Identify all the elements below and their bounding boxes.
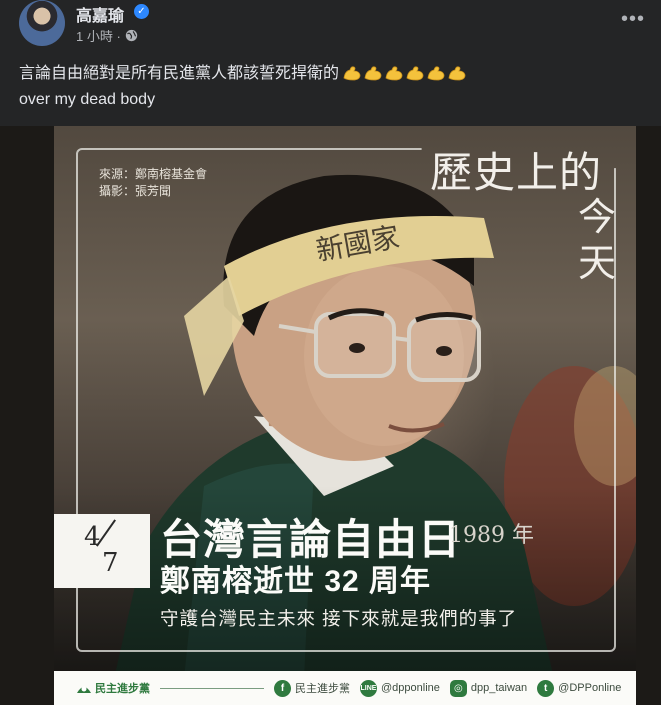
date-day: 7 bbox=[102, 548, 119, 578]
photo-credit-line: 攝影：張芳聞 bbox=[99, 184, 172, 198]
history-title: 歷史上的 bbox=[430, 148, 603, 197]
flexed-biceps-emoji-icon bbox=[448, 66, 466, 81]
twitter-handle: @DPPonline bbox=[558, 682, 622, 694]
flexed-biceps-emoji-icon bbox=[406, 66, 424, 81]
date-month: 4 bbox=[84, 522, 101, 552]
dpp-logo-text: 民主進步黨 bbox=[95, 683, 150, 695]
year-text: 1989 年 bbox=[449, 523, 534, 548]
instagram-handle: dpp_taiwan bbox=[470, 682, 528, 694]
dpp-logo: 民主進步黨 bbox=[76, 680, 150, 696]
flexed-biceps-emoji-icon bbox=[385, 66, 403, 81]
poster-footer: 民主進步黨 f 民主進步黨 LINE @dpponline ◎ dpp_taiw… bbox=[54, 671, 636, 705]
history-poster: 新國家 來源：鄭南榕基金會 攝影：張芳聞 歷史上的 今天 4 7 台灣言論自由日… bbox=[54, 126, 636, 679]
footer-line: LINE @dpponline bbox=[360, 679, 440, 697]
source-line: 來源：鄭南榕基金會 bbox=[99, 167, 208, 181]
post-meta: 1 小時 · bbox=[76, 26, 138, 45]
post-text-line2: over my dead body bbox=[19, 91, 156, 108]
globe-icon bbox=[125, 29, 137, 42]
more-options-icon[interactable]: ••• bbox=[615, 4, 651, 40]
today-title: 今天 bbox=[577, 195, 616, 285]
facebook-icon: f bbox=[274, 679, 291, 697]
post-time[interactable]: 1 小時 · bbox=[76, 26, 121, 45]
slogan-text: 守護台灣民主未來 接下來就是我們的事了 bbox=[160, 608, 518, 629]
source-credit: 來源：鄭南榕基金會 攝影：張芳聞 bbox=[99, 166, 207, 200]
instagram-icon: ◎ bbox=[449, 679, 467, 697]
twitter-icon: t bbox=[537, 679, 555, 697]
footer-instagram: ◎ dpp_taiwan bbox=[449, 679, 528, 697]
line-icon: LINE bbox=[360, 679, 377, 697]
post-text: 言論自由絕對是所有民進黨人都該誓死捍衛的 bbox=[19, 65, 340, 82]
line-handle: @dpponline bbox=[381, 682, 440, 694]
facebook-handle: 民主進步黨 bbox=[295, 683, 350, 695]
post-header: 高嘉瑜 ✓ 1 小時 · ••• 言論自由絕對是所有民進黨人都該誓死捍衛的 ov… bbox=[0, 0, 661, 126]
emoji-row bbox=[342, 65, 467, 81]
flexed-biceps-emoji-icon bbox=[427, 66, 445, 81]
dpp-logo-icon bbox=[77, 686, 91, 693]
footer-divider bbox=[160, 687, 264, 689]
avatar[interactable] bbox=[19, 0, 65, 46]
footer-twitter: t @DPPonline bbox=[537, 679, 622, 697]
anniversary-text: 鄭南榕逝世 32 周年 bbox=[160, 565, 432, 598]
post-text-line1: 言論自由絕對是所有民進黨人都該誓死捍衛的 bbox=[19, 59, 467, 83]
author-name[interactable]: 高嘉瑜 bbox=[76, 2, 124, 26]
verified-badge-icon: ✓ bbox=[134, 4, 149, 19]
date-box: 4 7 bbox=[54, 514, 150, 588]
flexed-biceps-emoji-icon bbox=[364, 66, 382, 81]
post-image[interactable]: 新國家 來源：鄭南榕基金會 攝影：張芳聞 歷史上的 今天 4 7 台灣言論自由日… bbox=[0, 126, 661, 705]
footer-facebook: f 民主進步黨 bbox=[274, 679, 350, 697]
flexed-biceps-emoji-icon bbox=[343, 66, 361, 81]
